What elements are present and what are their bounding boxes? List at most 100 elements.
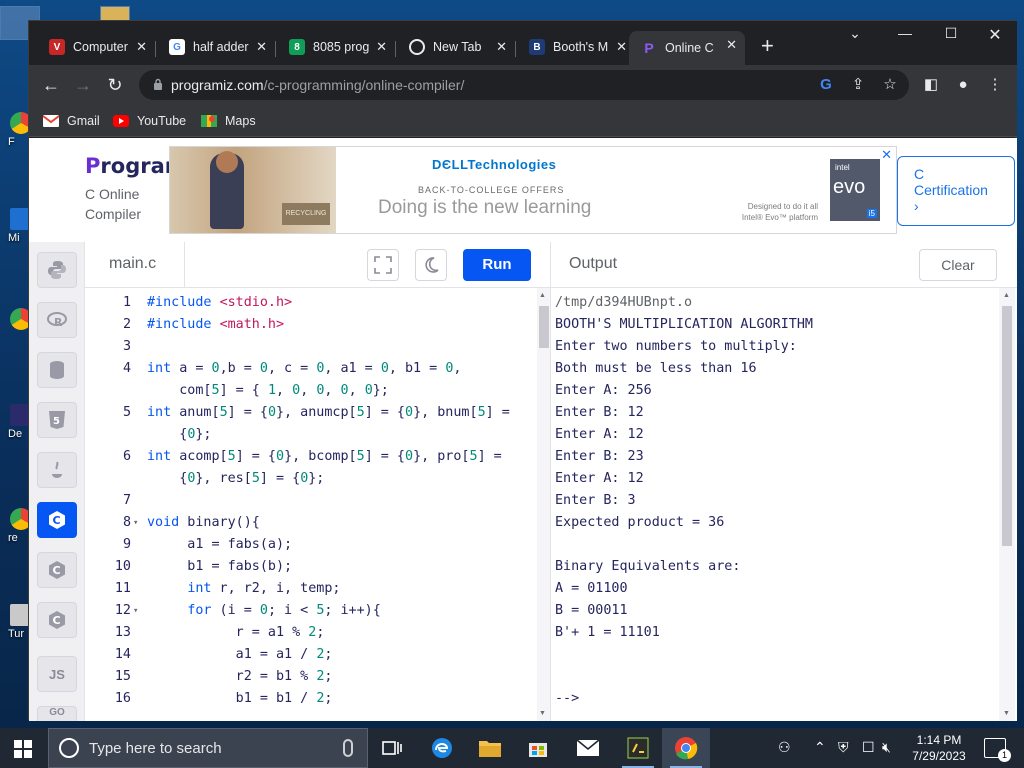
tab-computer[interactable]: V Computer ✕ bbox=[37, 33, 155, 61]
code-line[interactable]: 8 ▾ void binary(){ bbox=[85, 512, 537, 534]
output-line: Enter A: 12 bbox=[555, 471, 644, 486]
desktop-shortcut-icon[interactable]: re bbox=[0, 508, 32, 554]
code-line[interactable]: 10 b1 = fabs(b); bbox=[85, 556, 537, 578]
desktop-shortcut-icon[interactable]: F bbox=[0, 112, 32, 158]
bookmark-gmail[interactable]: Gmail bbox=[43, 112, 100, 130]
output-console[interactable]: /tmp/d394HUBnpt.o BOOTH'S MULTIPLICATION … bbox=[555, 288, 999, 721]
reload-icon[interactable]: ↻ bbox=[103, 73, 127, 97]
google-lens-icon[interactable]: G bbox=[817, 76, 835, 94]
developer-app-icon[interactable] bbox=[614, 728, 662, 768]
close-tab-icon[interactable]: ✕ bbox=[726, 37, 737, 53]
system-clock[interactable]: 1:14 PM 7/29/2023 bbox=[900, 732, 978, 764]
code-scrollbar[interactable]: ▲ ▼ bbox=[537, 288, 551, 721]
volume-muted-icon[interactable]: 🔇︎ bbox=[882, 739, 891, 756]
output-scrollbar[interactable]: ▲ ▼ bbox=[999, 288, 1015, 721]
bookmark-star-icon[interactable]: ☆ bbox=[881, 76, 899, 94]
code-line[interactable]: 9 a1 = fabs(a); bbox=[85, 534, 537, 556]
mail-icon[interactable] bbox=[564, 728, 612, 768]
code-line[interactable]: 1 #include <stdio.h> bbox=[85, 292, 537, 314]
csharp-language-icon[interactable]: C bbox=[37, 602, 77, 638]
tab-8085-prog[interactable]: 8 8085 prog ✕ bbox=[277, 33, 395, 61]
code-line[interactable]: 14 a1 = a1 / 2; bbox=[85, 644, 537, 666]
c-language-icon[interactable]: C bbox=[37, 502, 77, 538]
tab-new-tab[interactable]: New Tab ✕ bbox=[397, 33, 515, 61]
notification-center-icon[interactable]: 1 bbox=[984, 738, 1011, 762]
microphone-icon[interactable] bbox=[343, 739, 353, 757]
r-language-icon[interactable]: R bbox=[37, 302, 77, 338]
desktop-shortcut-icon[interactable]: Mi bbox=[0, 208, 32, 254]
fold-arrow-icon[interactable]: ▾ bbox=[133, 600, 138, 622]
close-tab-icon[interactable]: ✕ bbox=[496, 39, 507, 55]
more-menu-icon[interactable]: ⋮ bbox=[985, 75, 1005, 95]
profile-avatar-icon[interactable]: ● bbox=[953, 75, 973, 95]
code-line[interactable]: {0}; bbox=[85, 424, 537, 446]
code-line[interactable]: 7 bbox=[85, 490, 537, 512]
tab-booths[interactable]: B Booth's M ✕ bbox=[517, 33, 635, 61]
security-icon[interactable]: ⛨ bbox=[838, 739, 849, 756]
ad-close-icon[interactable]: ✕ bbox=[881, 147, 892, 163]
code-line[interactable]: 12 ▾ for (i = 0; i < 5; i++){ bbox=[85, 600, 537, 622]
svg-text:C: C bbox=[53, 514, 61, 527]
go-language-icon[interactable]: GO bbox=[37, 706, 77, 721]
forward-arrow-icon[interactable]: → bbox=[71, 73, 95, 97]
people-icon[interactable]: ⚇ bbox=[778, 739, 791, 756]
edge-browser-icon[interactable] bbox=[418, 728, 466, 768]
file-explorer-icon[interactable] bbox=[466, 728, 514, 768]
code-line[interactable]: 2 #include <math.h> bbox=[85, 314, 537, 336]
close-tab-icon[interactable]: ✕ bbox=[136, 39, 147, 55]
fold-arrow-icon[interactable]: ▾ bbox=[133, 512, 138, 534]
advertisement-banner[interactable]: RECYCLING DЄLLTechnologies BACK-TO-COLLE… bbox=[169, 146, 897, 234]
javascript-language-icon[interactable]: JS bbox=[37, 656, 77, 692]
url-text: programiz.com/c-programming/online-compi… bbox=[171, 77, 465, 93]
close-tab-icon[interactable]: ✕ bbox=[376, 39, 387, 55]
code-line[interactable]: com[5] = { 1, 0, 0, 0, 0}; bbox=[85, 380, 537, 402]
c-certification-button[interactable]: C Certification › bbox=[897, 156, 1015, 226]
taskbar-search-box[interactable]: Type here to search bbox=[48, 728, 368, 768]
tab-online-c-compiler[interactable]: P Online C C ✕ bbox=[629, 31, 745, 65]
tab-half-adder[interactable]: G half adder ✕ bbox=[157, 33, 275, 61]
dark-mode-moon-icon[interactable] bbox=[415, 249, 447, 281]
code-line[interactable]: 4 int a = 0,b = 0, c = 0, a1 = 0, b1 = 0, bbox=[85, 358, 537, 380]
fullscreen-icon[interactable] bbox=[367, 249, 399, 281]
cplusplus-language-icon[interactable]: C bbox=[37, 552, 77, 588]
close-window-button[interactable]: ✕ bbox=[972, 25, 1018, 45]
code-line[interactable]: 3 bbox=[85, 336, 537, 358]
code-line[interactable]: 5 int anum[5] = {0}, anumcp[5] = {0}, bnu… bbox=[85, 402, 537, 424]
sql-database-icon[interactable] bbox=[37, 352, 77, 388]
bookmark-maps[interactable]: Maps bbox=[201, 112, 256, 130]
network-icon[interactable]: ☐ bbox=[862, 739, 875, 756]
microsoft-store-icon[interactable] bbox=[514, 728, 562, 768]
desktop-shortcut-icon[interactable]: De bbox=[0, 404, 32, 450]
new-tab-button[interactable]: + bbox=[761, 35, 774, 57]
run-button[interactable]: Run bbox=[463, 249, 531, 281]
windows-start-icon[interactable] bbox=[14, 740, 32, 758]
show-hidden-icons-chevron-icon[interactable]: ⌃ bbox=[814, 739, 826, 756]
code-line[interactable]: {0}, res[5] = {0}; bbox=[85, 468, 537, 490]
desktop-shortcut-icon[interactable] bbox=[0, 308, 32, 354]
pane-divider[interactable] bbox=[550, 242, 551, 721]
python-language-icon[interactable] bbox=[37, 252, 77, 288]
chrome-icon[interactable] bbox=[662, 728, 710, 768]
minimize-button[interactable]: — bbox=[882, 25, 928, 41]
file-tab-main-c[interactable]: main.c bbox=[85, 242, 185, 288]
task-view-icon[interactable] bbox=[368, 728, 416, 768]
java-icon[interactable] bbox=[37, 452, 77, 488]
address-bar[interactable]: programiz.com/c-programming/online-compi… bbox=[139, 70, 909, 100]
code-line[interactable]: 6 int acomp[5] = {0}, bcomp[5] = {0}, pro… bbox=[85, 446, 537, 468]
back-arrow-icon[interactable]: ← bbox=[39, 73, 63, 97]
close-tab-icon[interactable]: ✕ bbox=[616, 39, 627, 55]
code-line[interactable]: 16 b1 = b1 / 2; bbox=[85, 688, 537, 710]
close-tab-icon[interactable]: ✕ bbox=[256, 39, 267, 55]
code-line[interactable]: 15 r2 = b1 % 2; bbox=[85, 666, 537, 688]
code-line[interactable]: 13 r = a1 % 2; bbox=[85, 622, 537, 644]
clear-button[interactable]: Clear bbox=[919, 249, 997, 281]
html5-icon[interactable]: 5 bbox=[37, 402, 77, 438]
bookmark-youtube[interactable]: YouTube bbox=[113, 112, 186, 130]
maximize-button[interactable]: ☐ bbox=[928, 25, 974, 42]
desktop-shortcut-icon[interactable]: Tur bbox=[0, 604, 32, 650]
side-panel-icon[interactable]: ◧ bbox=[921, 75, 941, 95]
tab-search-chevron-icon[interactable]: ⌄ bbox=[832, 25, 878, 42]
code-line[interactable]: 11 int r, r2, i, temp; bbox=[85, 578, 537, 600]
code-editor[interactable]: 1 #include <stdio.h> 2 #include <math.h> 3 4 i… bbox=[85, 288, 537, 721]
share-icon[interactable]: ⇪ bbox=[849, 76, 867, 94]
